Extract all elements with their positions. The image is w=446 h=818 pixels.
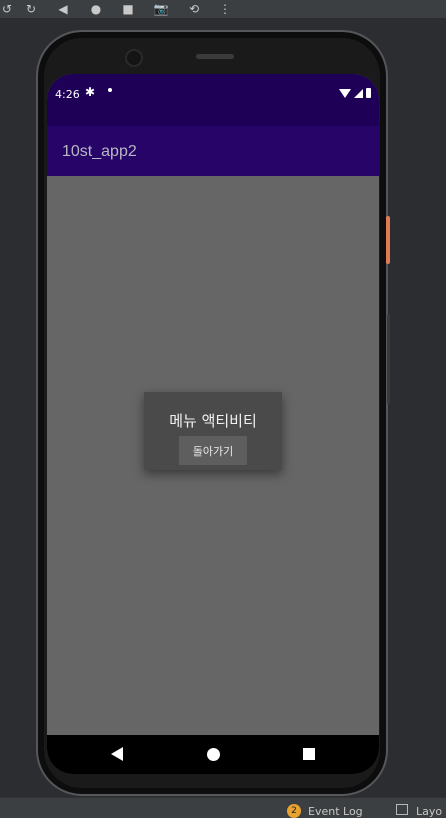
more-icon[interactable]: ⋮: [219, 0, 231, 18]
snapshot-icon[interactable]: ⟲: [184, 0, 204, 18]
earpiece-speaker: [196, 54, 234, 59]
overview-icon[interactable]: ■: [121, 0, 135, 18]
emulator-toolbar: ↺ ↻ ◀ ● ■ 📷 ⟲ ⋮: [0, 0, 446, 18]
ide-bottom-bar: 2 Event Log Layo: [0, 797, 446, 818]
status-icons: [339, 88, 371, 98]
front-camera: [125, 49, 143, 67]
event-count-badge: 2: [287, 804, 301, 818]
volume-button[interactable]: [387, 314, 390, 404]
signal-icon: [354, 88, 363, 98]
event-log-tab[interactable]: Event Log: [308, 805, 363, 818]
layout-inspector-icon: [396, 804, 408, 815]
camera-icon[interactable]: 📷: [151, 0, 171, 18]
rotate-right-icon[interactable]: ↻: [22, 0, 40, 18]
dialog-title: 메뉴 액티비티: [169, 412, 257, 430]
device-screen: 4:26 ✱ 10st_app2 메뉴 액티비티 돌아가기: [47, 74, 379, 774]
rotate-left-icon[interactable]: ↺: [0, 0, 14, 18]
wifi-icon: [339, 88, 351, 98]
menu-dialog: 메뉴 액티비티 돌아가기: [144, 392, 282, 470]
app-bar: 10st_app2: [47, 126, 379, 176]
app-title: 10st_app2: [62, 143, 137, 160]
power-button[interactable]: [386, 216, 390, 264]
phone-frame: 4:26 ✱ 10st_app2 메뉴 액티비티 돌아가기: [36, 30, 390, 796]
nav-back-icon[interactable]: [111, 747, 123, 761]
nav-recents-icon[interactable]: [303, 748, 315, 760]
home-icon[interactable]: ●: [89, 0, 103, 18]
notification-dot-icon: [108, 88, 112, 92]
back-icon[interactable]: ◀: [56, 0, 70, 18]
nav-home-icon[interactable]: [207, 748, 220, 761]
navigation-bar: [47, 735, 379, 774]
settings-icon: ✱: [85, 85, 96, 99]
status-time: 4:26: [55, 88, 80, 101]
status-bar: 4:26 ✱: [47, 74, 379, 126]
back-button[interactable]: 돌아가기: [179, 436, 247, 465]
battery-icon: [366, 88, 371, 98]
layout-inspector-tab[interactable]: Layo: [416, 805, 442, 818]
